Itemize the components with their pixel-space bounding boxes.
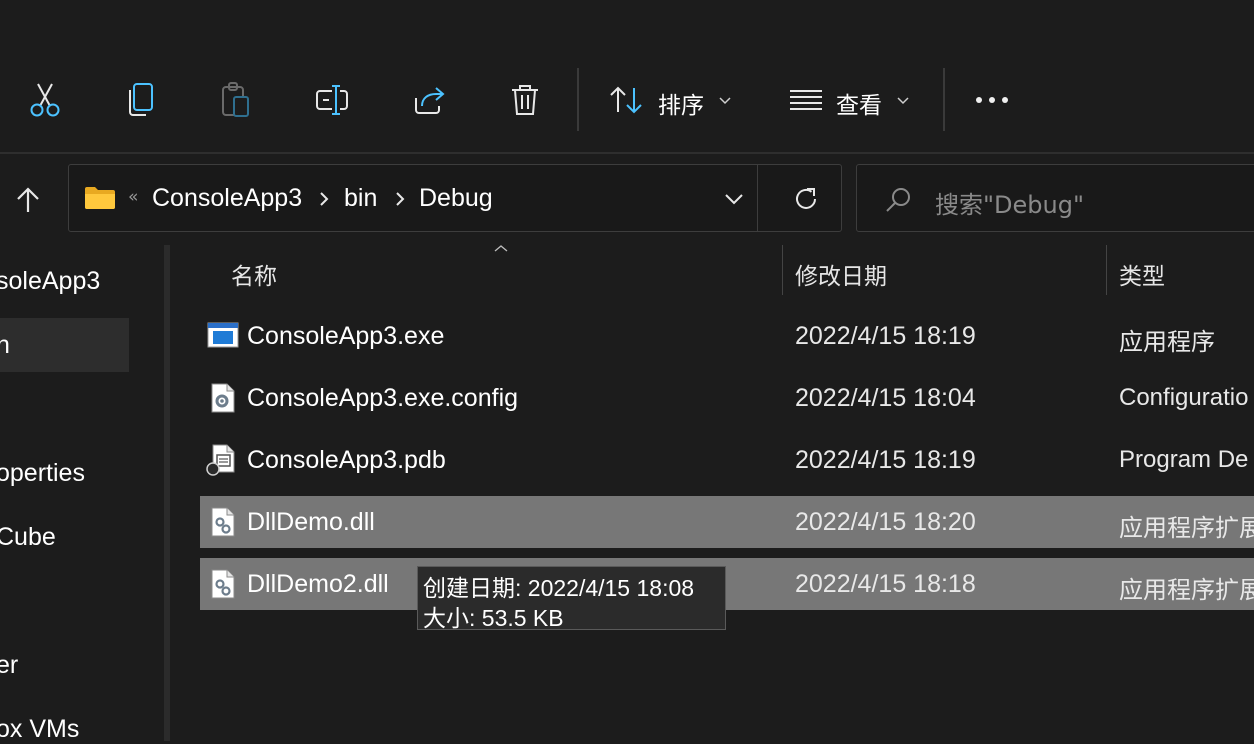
sort-label: 排序 <box>658 93 704 119</box>
file-row[interactable]: ConsoleApp3.exe 2022/4/15 18:19 应用程序 <box>200 310 1254 362</box>
column-header-name[interactable]: 名称 <box>231 257 277 291</box>
search-icon <box>886 188 910 212</box>
folder-icon <box>85 187 115 209</box>
view-icon <box>790 90 822 110</box>
file-name: ConsoleApp3.exe <box>247 322 445 350</box>
file-type: Program De <box>1119 446 1249 473</box>
chevron-down-icon <box>719 97 731 105</box>
breadcrumb-overflow[interactable]: « <box>128 187 138 207</box>
sidebar-selection <box>0 318 129 372</box>
sidebar-item[interactable]: soleApp3 <box>0 267 100 296</box>
sort-button[interactable]: 排序 <box>600 75 750 127</box>
paste-icon <box>222 82 249 117</box>
file-type: 应用程序扩展 <box>1119 577 1254 604</box>
file-date: 2022/4/15 18:19 <box>795 322 976 350</box>
rename-button[interactable] <box>308 75 358 125</box>
navigation-pane: soleApp3 n j operties Cube er ox VMs <box>0 245 165 744</box>
sidebar-item[interactable]: Cube <box>0 523 56 552</box>
scissors-icon <box>30 83 60 117</box>
dll-gear-file-icon <box>211 507 235 537</box>
column-divider[interactable] <box>1106 245 1107 295</box>
file-name: ConsoleApp3.exe.config <box>247 384 519 412</box>
file-row[interactable]: ConsoleApp3.pdb 2022/4/15 18:19 Program … <box>200 434 1254 486</box>
chevron-down-icon <box>897 97 909 105</box>
dll-gear-file-icon <box>211 569 235 599</box>
more-icon <box>976 97 1008 103</box>
file-name: DllDemo.dll <box>247 508 375 536</box>
search-placeholder: 搜索"Debug" <box>935 191 1085 219</box>
trash-icon <box>512 85 538 115</box>
file-type: 应用程序扩展 <box>1119 515 1254 542</box>
sidebar-item-selected[interactable]: n <box>0 331 10 360</box>
sidebar-item[interactable]: operties <box>0 459 85 488</box>
chevron-right-icon[interactable] <box>319 191 329 207</box>
file-row-selected[interactable]: DllDemo.dll 2022/4/15 18:20 应用程序扩展 <box>200 496 1254 548</box>
file-name: ConsoleApp3.pdb <box>247 446 446 474</box>
file-type: Configuratio <box>1119 384 1249 411</box>
sort-icon <box>610 86 642 114</box>
up-button[interactable] <box>8 178 48 222</box>
config-gear-file-icon <box>211 383 235 413</box>
column-header-date[interactable]: 修改日期 <box>795 257 887 291</box>
sidebar-item[interactable]: j <box>0 395 2 424</box>
file-date: 2022/4/15 18:04 <box>795 384 976 412</box>
view-button[interactable]: 查看 <box>780 75 930 127</box>
tooltip-created-date: 创建日期: 2022/4/15 18:08 <box>423 575 695 601</box>
rename-icon <box>316 85 348 115</box>
breadcrumb-item[interactable]: bin <box>344 184 377 213</box>
address-bar[interactable]: « ConsoleApp3 bin Debug <box>68 164 842 232</box>
refresh-icon[interactable] <box>793 186 819 212</box>
breadcrumb-item[interactable]: Debug <box>419 184 493 213</box>
share-icon <box>415 87 445 114</box>
column-header-type[interactable]: 类型 <box>1119 257 1165 291</box>
chevron-right-icon[interactable] <box>395 191 405 207</box>
sidebar-item[interactable]: er <box>0 651 18 680</box>
file-date: 2022/4/15 18:19 <box>795 446 976 474</box>
exe-window-icon <box>207 322 239 348</box>
breadcrumb-item[interactable]: ConsoleApp3 <box>152 184 302 213</box>
arrow-up-icon <box>17 187 39 212</box>
toolbar-divider <box>577 68 579 131</box>
command-bar: 排序 查看 <box>0 0 1254 152</box>
file-row-selected[interactable]: DllDemo2.dll 2022/4/15 18:18 应用程序扩展 <box>200 558 1254 610</box>
search-box[interactable]: 搜索"Debug" <box>856 164 1254 232</box>
cut-button[interactable] <box>20 75 70 125</box>
toolbar-border <box>0 152 1254 154</box>
file-info-tooltip: 创建日期: 2022/4/15 18:08 大小: 53.5 KB <box>417 566 726 631</box>
more-options-button[interactable] <box>967 75 1017 125</box>
toolbar-divider <box>943 68 945 131</box>
pdb-file-icon <box>206 444 235 476</box>
address-divider <box>757 165 758 231</box>
file-row[interactable]: ConsoleApp3.exe.config 2022/4/15 18:04 C… <box>200 372 1254 424</box>
sort-ascending-indicator-icon <box>494 245 508 252</box>
file-name: DllDemo2.dll <box>247 570 389 598</box>
view-label: 查看 <box>836 93 882 119</box>
chevron-down-icon[interactable] <box>724 193 744 205</box>
file-date: 2022/4/15 18:20 <box>795 508 976 536</box>
file-date: 2022/4/15 18:18 <box>795 570 976 598</box>
share-button[interactable] <box>404 75 454 125</box>
delete-button[interactable] <box>500 75 550 125</box>
file-type: 应用程序 <box>1119 329 1215 356</box>
sidebar-item[interactable]: ox VMs <box>0 715 79 744</box>
tooltip-file-size: 大小: 53.5 KB <box>423 605 564 631</box>
copy-button[interactable] <box>116 75 166 125</box>
sidebar-scrollbar[interactable] <box>164 245 170 741</box>
column-divider[interactable] <box>782 245 783 295</box>
copy-icon <box>129 83 153 116</box>
paste-button[interactable] <box>211 75 261 125</box>
